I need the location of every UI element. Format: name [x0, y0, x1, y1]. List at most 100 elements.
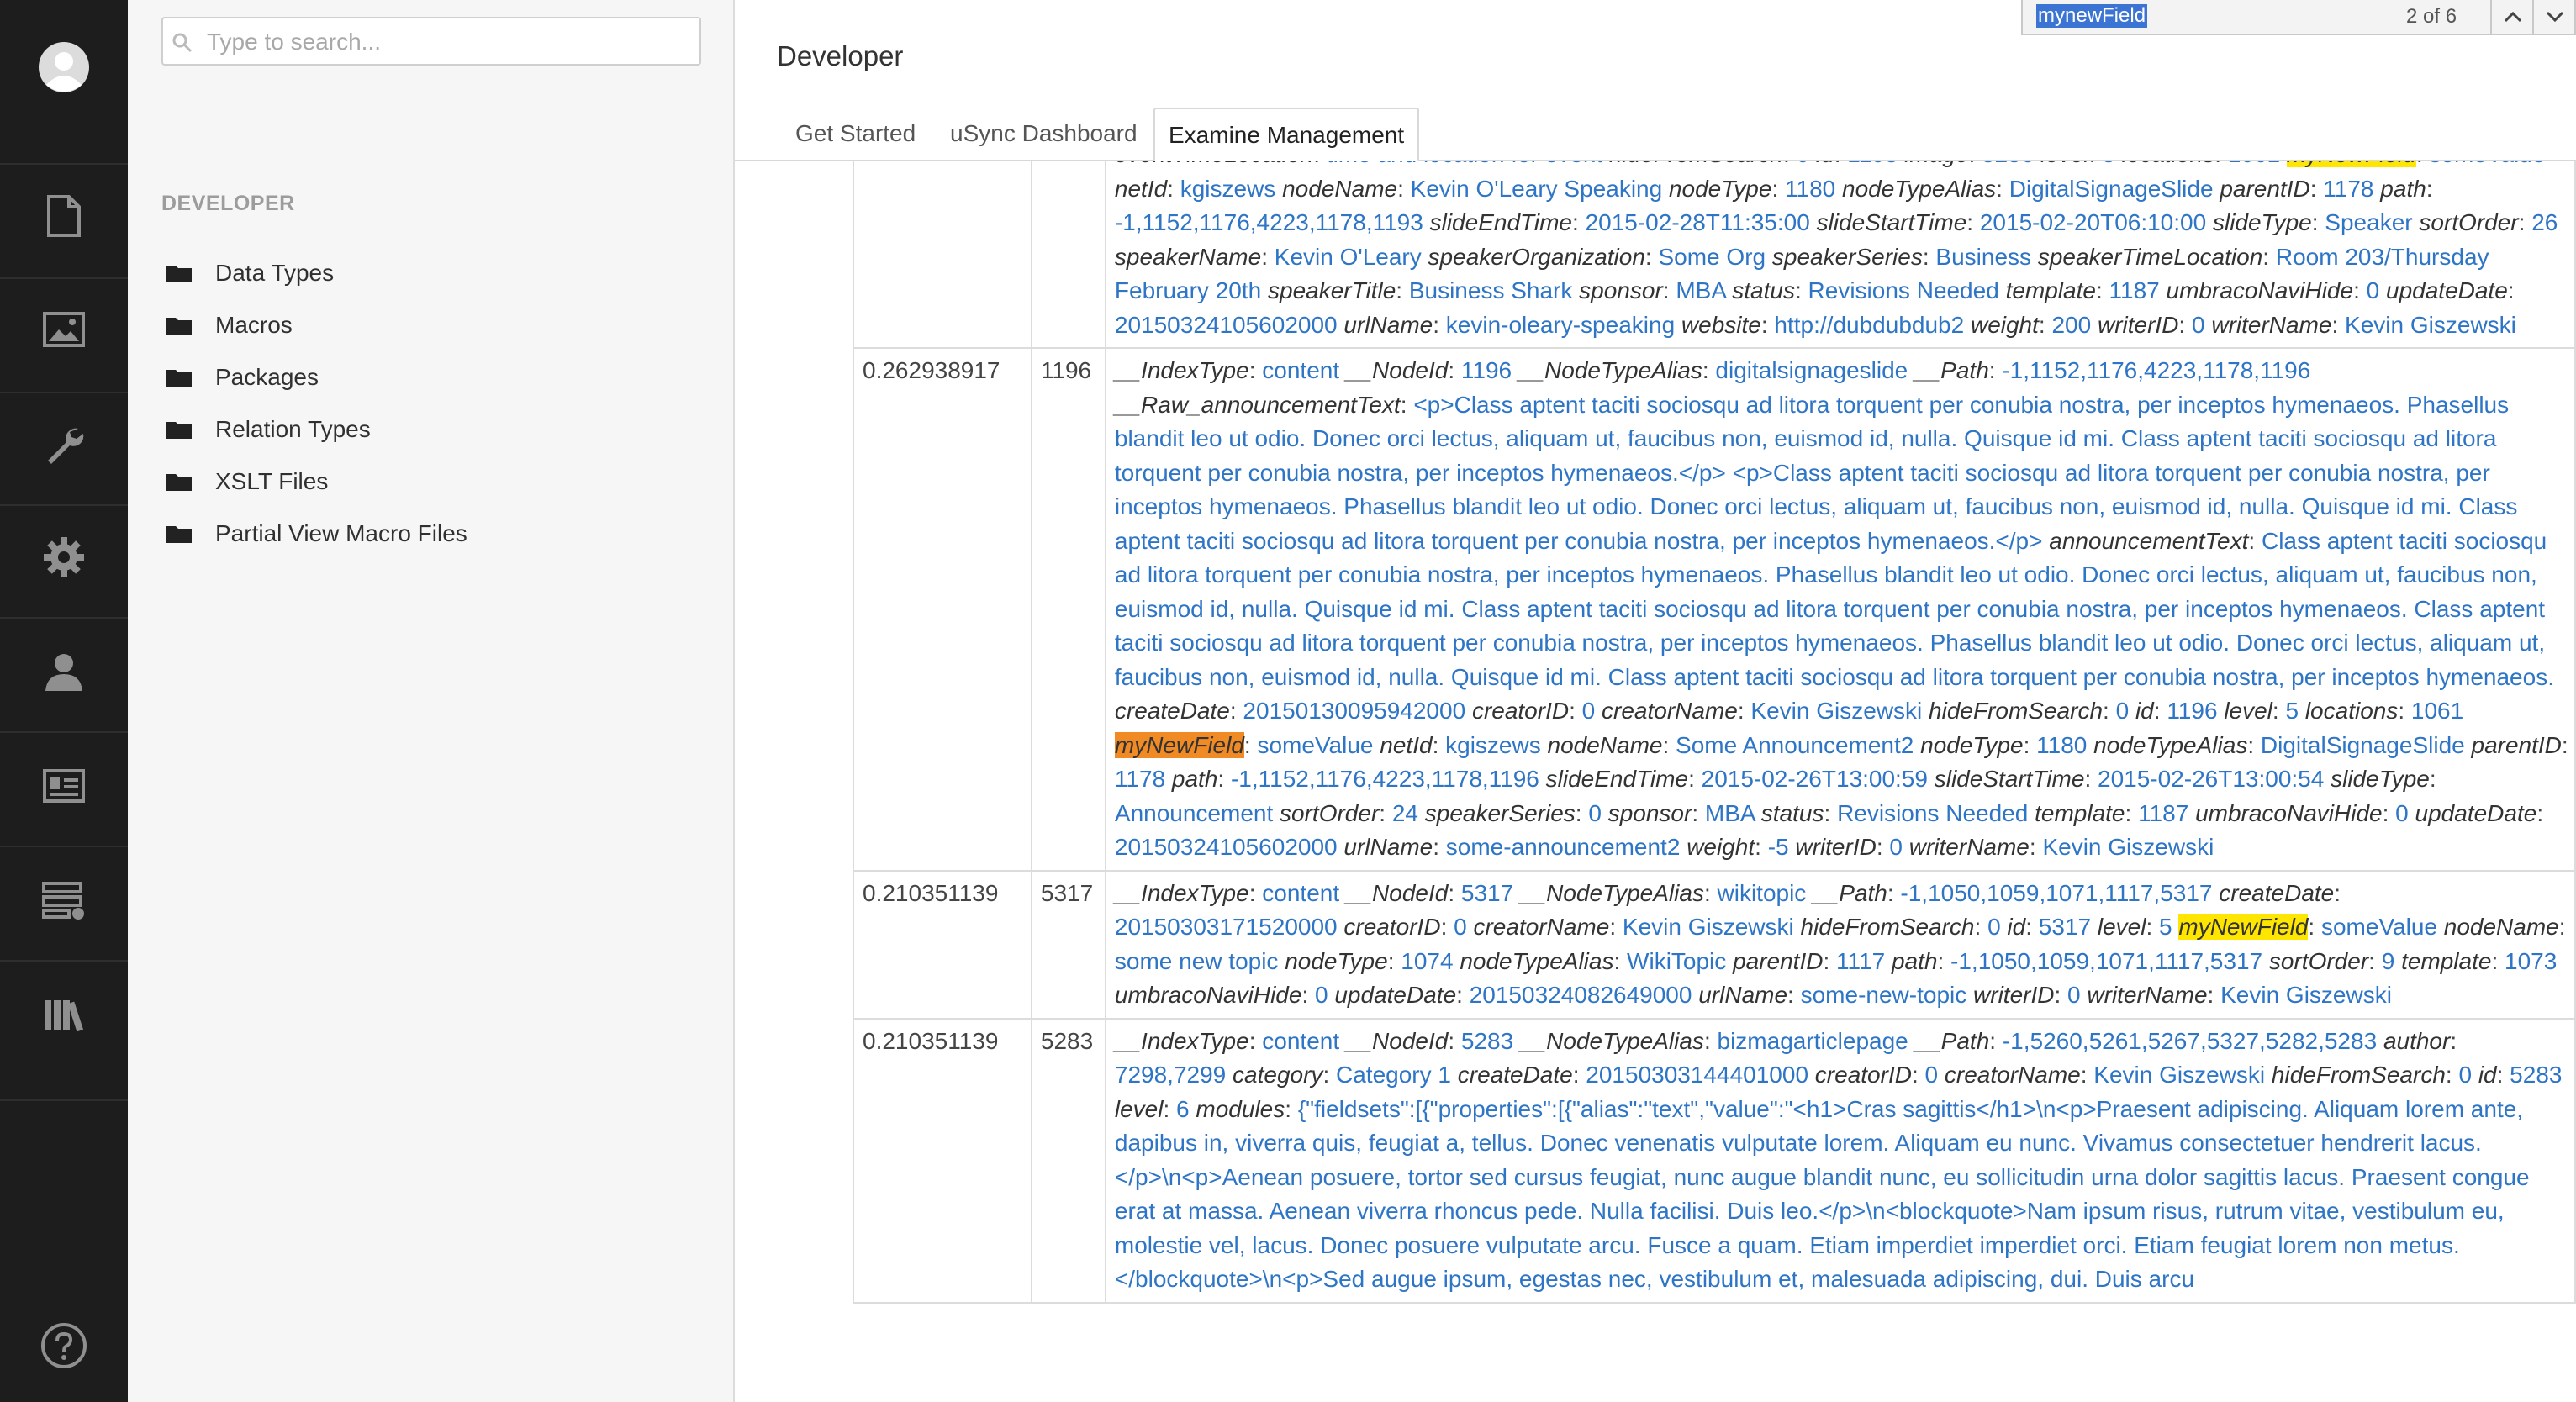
field-value[interactable]: someValue: [1257, 732, 1373, 758]
tab-examine-management[interactable]: Examine Management: [1153, 108, 1420, 161]
help-button[interactable]: [0, 1316, 128, 1375]
field-value[interactable]: -1,1152,1176,4223,1178,1196: [2002, 357, 2310, 383]
field-value[interactable]: 26: [2531, 209, 2558, 235]
field-value[interactable]: 9: [2382, 948, 2395, 974]
field-value[interactable]: 0: [1315, 982, 1328, 1008]
field-value[interactable]: bizmagarticlepage: [1718, 1028, 1908, 1054]
field-value[interactable]: 0: [1797, 161, 1810, 167]
find-previous-button[interactable]: [2490, 0, 2534, 34]
field-value[interactable]: 0: [2116, 698, 2130, 724]
field-value[interactable]: 20150324105602000: [1115, 312, 1338, 338]
field-value[interactable]: 5: [2102, 161, 2115, 167]
field-value[interactable]: content: [1262, 880, 1339, 906]
tree-item-data-types[interactable]: Data Types: [166, 252, 334, 294]
field-value[interactable]: 20150303171520000: [1115, 914, 1338, 940]
field-value[interactable]: 0: [2395, 800, 2409, 826]
field-value[interactable]: content: [1262, 357, 1339, 383]
field-value[interactable]: Revisions Needed: [1808, 277, 1999, 303]
field-value[interactable]: 2015-02-26T13:00:54: [2098, 766, 2324, 792]
field-value[interactable]: some-new-topic: [1801, 982, 1967, 1008]
field-value[interactable]: Kevin Giszewski: [2345, 312, 2516, 338]
field-value[interactable]: Business Shark: [1409, 277, 1573, 303]
nav-users[interactable]: [0, 642, 128, 701]
tree-item-relation-types[interactable]: Relation Types: [166, 408, 371, 451]
tab-usync-dashboard[interactable]: uSync Dashboard: [937, 108, 1151, 160]
field-value[interactable]: Some Announcement2: [1676, 732, 1914, 758]
field-value[interactable]: Announcement: [1115, 800, 1273, 826]
field-value[interactable]: some-announcement2: [1446, 834, 1681, 860]
field-value[interactable]: 200: [2051, 312, 2091, 338]
field-value[interactable]: 0: [1582, 698, 1596, 724]
field-value[interactable]: Kevin O'Leary: [1275, 244, 1422, 270]
tree-item-partial-view-macro-files[interactable]: Partial View Macro Files: [166, 513, 467, 555]
field-value[interactable]: 20150324082649000: [1470, 982, 1692, 1008]
field-value[interactable]: 5283: [1461, 1028, 1513, 1054]
field-value[interactable]: kgiszews: [1180, 176, 1276, 202]
field-value[interactable]: 5: [2285, 698, 2299, 724]
field-value[interactable]: 0: [2458, 1062, 2472, 1088]
field-value[interactable]: 2015-02-20T06:10:00: [1980, 209, 2206, 235]
nav-media[interactable]: [0, 303, 128, 356]
field-value[interactable]: Some Org: [1658, 244, 1766, 270]
find-next-button[interactable]: [2532, 0, 2576, 34]
field-value[interactable]: DigitalSignageSlide: [2009, 176, 2214, 202]
field-value[interactable]: 6: [1176, 1096, 1190, 1122]
field-value[interactable]: -1,1050,1059,1071,1117,5317: [1950, 948, 2262, 974]
field-value[interactable]: 1178: [2323, 176, 2373, 202]
field-value[interactable]: kevin-oleary-speaking: [1446, 312, 1675, 338]
field-value[interactable]: Kevin Giszewski: [2042, 834, 2214, 860]
field-value[interactable]: someValue: [2321, 914, 2437, 940]
field-value[interactable]: Kevin Giszewski: [1750, 698, 1922, 724]
field-value[interactable]: 1187: [2109, 277, 2160, 303]
field-value[interactable]: 0: [2067, 982, 2081, 1008]
field-value[interactable]: 20150303144401000: [1586, 1062, 1808, 1088]
field-value[interactable]: 1178: [1115, 766, 1165, 792]
field-value[interactable]: Kevin O'Leary Speaking: [1411, 176, 1663, 202]
field-value[interactable]: 2015-02-26T13:00:59: [1702, 766, 1928, 792]
field-value[interactable]: -1,1152,1176,4223,1178,1193: [1115, 209, 1423, 235]
search-input[interactable]: [205, 25, 679, 59]
nav-content[interactable]: [0, 187, 128, 245]
field-value[interactable]: 2015-02-28T11:35:00: [1586, 209, 1810, 235]
field-value[interactable]: MBA: [1705, 800, 1755, 826]
field-value[interactable]: 1193: [1847, 161, 1898, 167]
nav-developer[interactable]: [0, 415, 128, 474]
field-value[interactable]: 1196: [2167, 698, 2217, 724]
field-value[interactable]: 1187: [2138, 800, 2188, 826]
field-value[interactable]: digitalsignageslide: [1715, 357, 1908, 383]
field-value[interactable]: -1,5260,5261,5267,5327,5282,5283: [2003, 1028, 2377, 1054]
nav-settings[interactable]: [0, 528, 128, 587]
field-value[interactable]: someValue: [2429, 161, 2545, 167]
user-avatar[interactable]: [0, 34, 128, 101]
field-value[interactable]: kgiszews: [1445, 732, 1541, 758]
field-value[interactable]: 1061: [2411, 698, 2463, 724]
field-value[interactable]: 0: [1454, 914, 1467, 940]
field-value[interactable]: Kevin Giszewski: [2093, 1062, 2265, 1088]
field-value[interactable]: Kevin Giszewski: [1623, 914, 1794, 940]
field-value[interactable]: 7298,7299: [1115, 1062, 1226, 1088]
field-value[interactable]: 5317: [2039, 914, 2091, 940]
field-value[interactable]: 1117: [1836, 948, 1885, 974]
field-value[interactable]: Business: [1935, 244, 2031, 270]
field-value[interactable]: 0: [1588, 800, 1602, 826]
field-value[interactable]: 0: [1987, 914, 2001, 940]
tree-item-macros[interactable]: Macros: [166, 304, 293, 346]
tree-item-xslt-files[interactable]: XSLT Files: [166, 461, 328, 503]
field-value[interactable]: http://dubdubdub2: [1774, 312, 1964, 338]
field-value[interactable]: content: [1262, 1028, 1339, 1054]
field-value[interactable]: 5283: [2510, 1062, 2562, 1088]
field-value[interactable]: MBA: [1676, 277, 1725, 303]
field-value[interactable]: 5317: [1461, 880, 1513, 906]
find-query[interactable]: mynewField: [2036, 4, 2148, 28]
field-value[interactable]: 5: [2159, 914, 2172, 940]
field-value[interactable]: -5: [1768, 834, 1789, 860]
field-value[interactable]: 1180: [1785, 176, 1835, 202]
nav-translation[interactable]: [0, 985, 128, 1044]
field-value[interactable]: 0: [1925, 1062, 1939, 1088]
field-value[interactable]: -1,1050,1059,1071,1117,5317: [1900, 880, 2212, 906]
field-value[interactable]: 20150324105602000: [1115, 834, 1338, 860]
tab-get-started[interactable]: Get Started: [782, 108, 929, 160]
nav-forms[interactable]: [0, 871, 128, 930]
field-value[interactable]: 24: [1392, 800, 1418, 826]
field-value[interactable]: 20150130095942000: [1243, 698, 1465, 724]
